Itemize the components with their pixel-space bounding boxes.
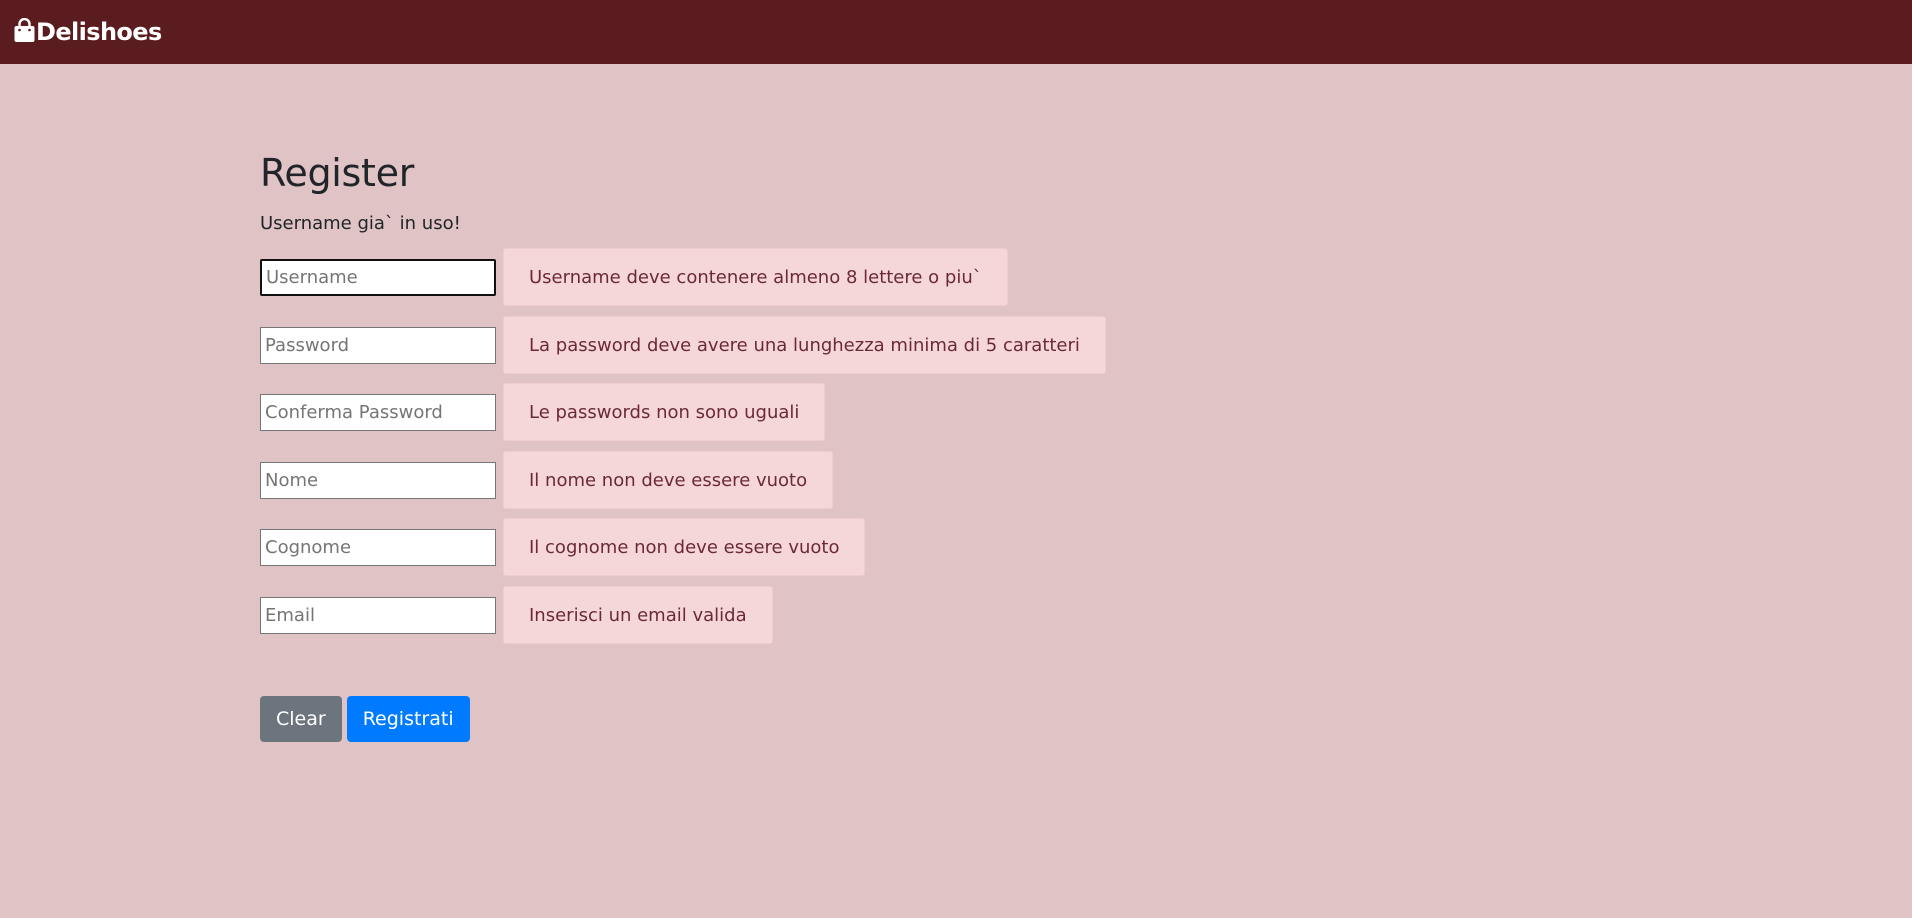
register-button[interactable]: Registrati (346, 696, 470, 742)
shopping-bag-icon (13, 18, 36, 44)
nome-hint: Il nome non deve essere vuoto (503, 451, 834, 509)
confirm-password-hint: Le passwords non sono uguali (503, 383, 826, 441)
nome-row: Il nome non deve essere vuoto (260, 451, 834, 509)
username-input[interactable] (260, 258, 496, 296)
form-buttons: Clear Registrati (260, 696, 470, 742)
password-hint: La password deve avere una lunghezza min… (503, 316, 1106, 374)
cognome-hint: Il cognome non deve essere vuoto (503, 518, 866, 576)
nome-input[interactable] (260, 461, 496, 499)
page-title: Register (260, 151, 415, 195)
password-input[interactable] (260, 326, 496, 364)
error-message: Username gia` in uso! (260, 213, 461, 234)
brand-name: Delishoes (36, 18, 162, 46)
clear-button[interactable]: Clear (260, 696, 342, 742)
email-row: Inserisci un email valida (260, 586, 773, 644)
email-hint: Inserisci un email valida (503, 586, 773, 644)
brand-link[interactable]: Delishoes (13, 18, 162, 46)
cognome-row: Il cognome non deve essere vuoto (260, 518, 866, 576)
email-input[interactable] (260, 596, 496, 634)
confirm-password-row: Le passwords non sono uguali (260, 383, 826, 441)
username-hint: Username deve contenere almeno 8 lettere… (503, 248, 1008, 306)
password-row: La password deve avere una lunghezza min… (260, 316, 1106, 374)
cognome-input[interactable] (260, 528, 496, 566)
username-row: Username deve contenere almeno 8 lettere… (260, 248, 1008, 306)
confirm-password-input[interactable] (260, 393, 496, 431)
navbar: Delishoes (0, 0, 1912, 64)
